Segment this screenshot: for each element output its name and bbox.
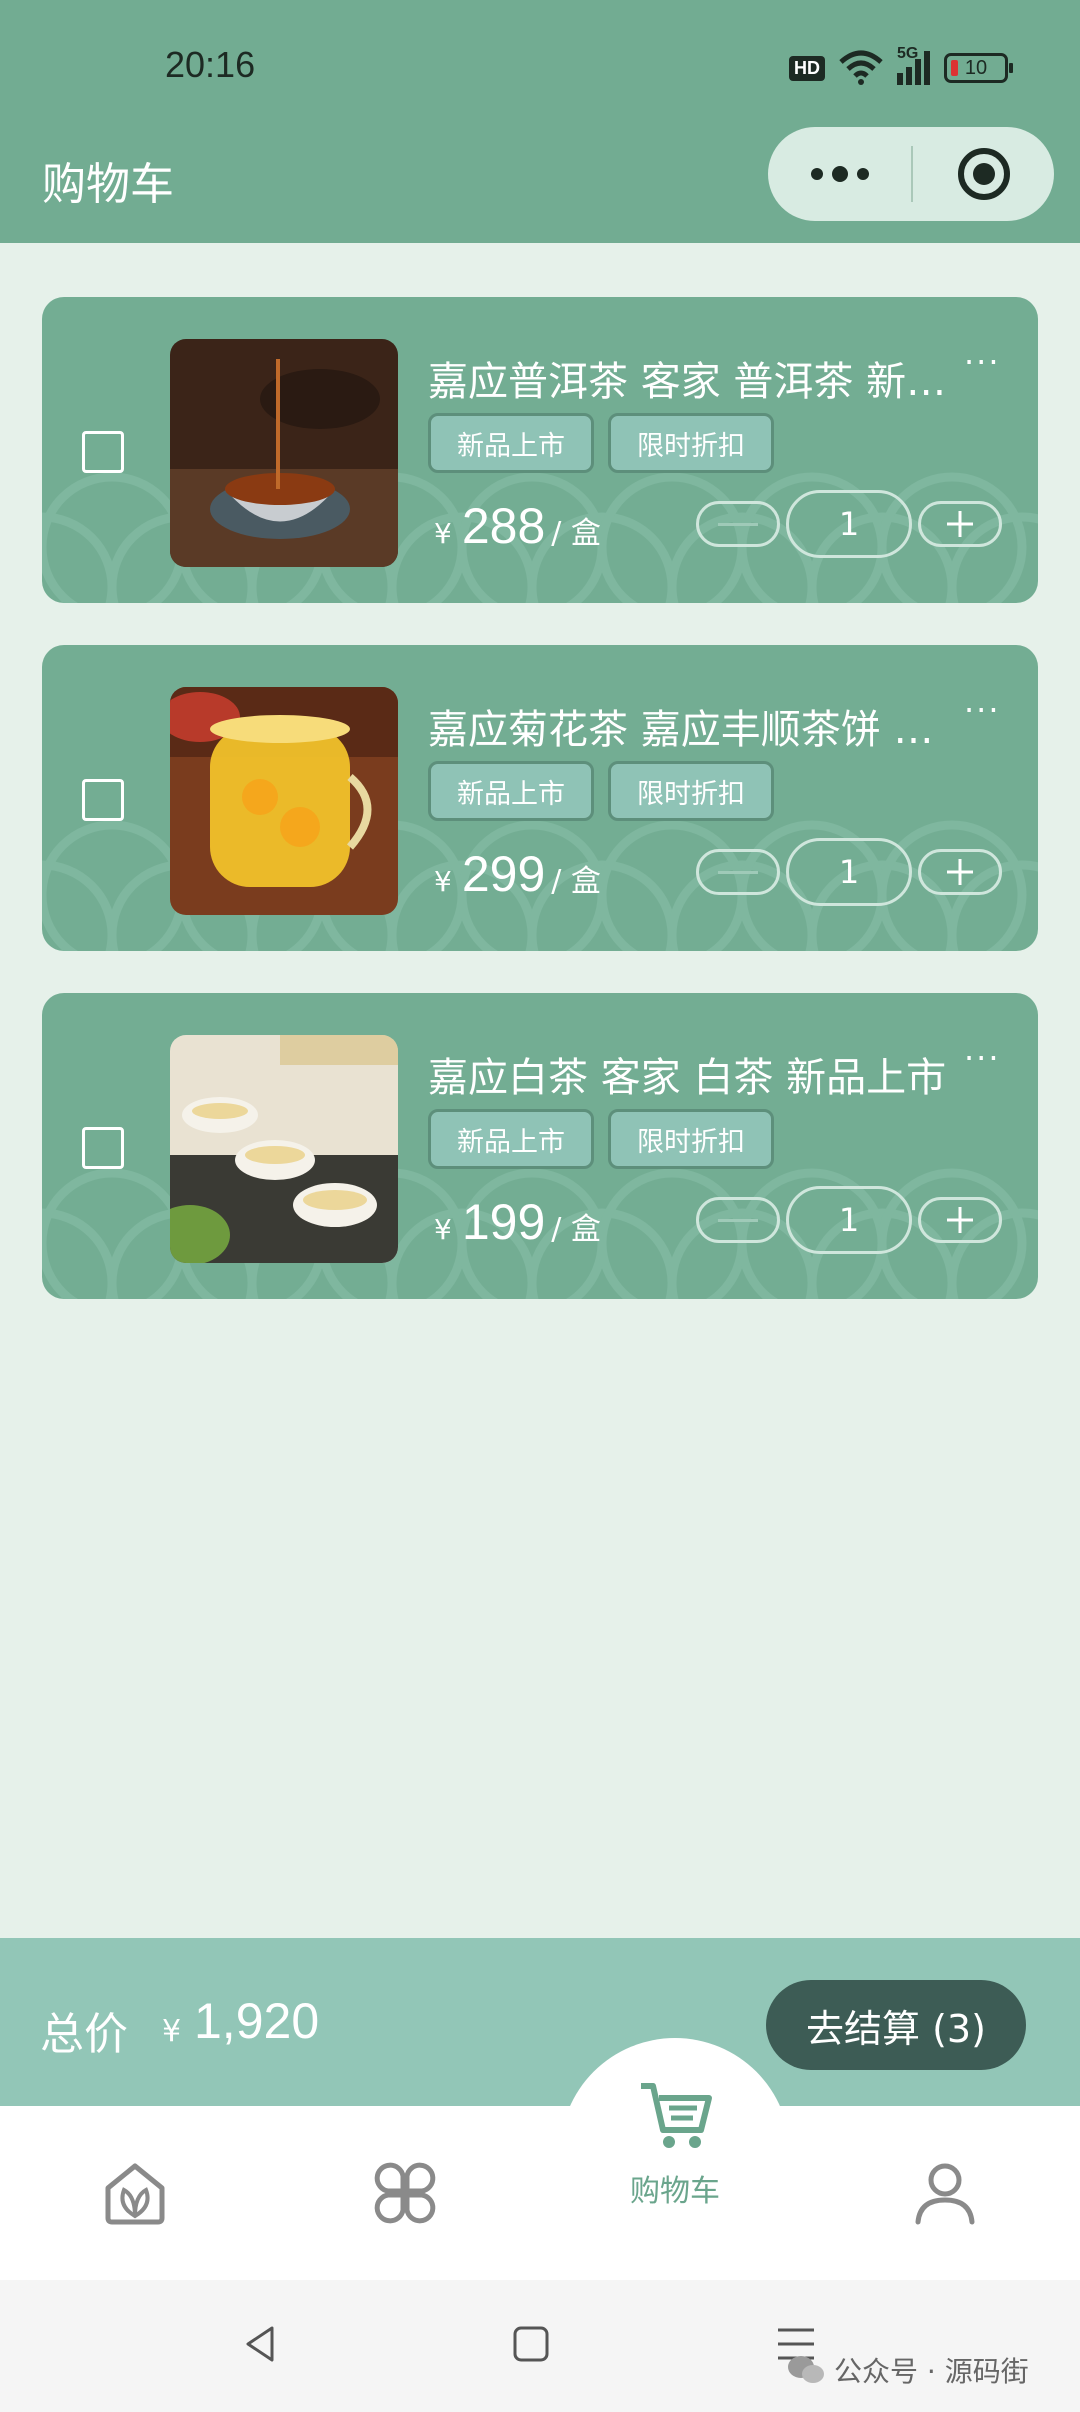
- item-checkbox[interactable]: [82, 779, 124, 821]
- tab-cart[interactable]: 购物车: [600, 2058, 750, 2232]
- currency-symbol: ¥: [434, 1213, 452, 1246]
- tag-new: 新品上市: [428, 761, 594, 821]
- currency-symbol: ¥: [434, 865, 452, 898]
- tab-category[interactable]: [350, 2106, 460, 2280]
- decrease-button[interactable]: [696, 849, 780, 895]
- price-value: 299: [461, 846, 546, 902]
- home-button-icon[interactable]: [511, 2324, 551, 2364]
- home-icon: [105, 2163, 165, 2225]
- more-options-icon[interactable]: ···: [964, 343, 1001, 381]
- product-image[interactable]: [170, 687, 398, 915]
- price-unit: / 盒: [551, 516, 601, 551]
- item-checkbox[interactable]: [82, 431, 124, 473]
- plus-icon: [947, 859, 973, 885]
- tag-discount: 限时折扣: [608, 1109, 774, 1169]
- plus-icon: [947, 511, 973, 537]
- mini-program-capsule: [768, 127, 1054, 221]
- target-icon: [957, 148, 1010, 200]
- product-name[interactable]: 嘉应白茶 客家 白茶 新品上市: [428, 1045, 948, 1103]
- product-name[interactable]: 嘉应菊花茶 嘉应丰顺茶饼 新品上市: [428, 697, 948, 755]
- item-checkbox[interactable]: [82, 1127, 124, 1169]
- quantity-input[interactable]: 1: [786, 490, 912, 558]
- system-nav-bar: [0, 2280, 1080, 2412]
- product-image[interactable]: [170, 339, 398, 567]
- price: ¥ 299 / 盒: [434, 845, 601, 903]
- tag-new: 新品上市: [428, 413, 594, 473]
- price-unit: / 盒: [551, 1212, 601, 1247]
- total-label: 总价: [40, 2009, 128, 2060]
- product-name[interactable]: 嘉应普洱茶 客家 普洱茶 新品上市: [428, 349, 948, 407]
- tab-cart-label: 购物车: [630, 2174, 720, 2209]
- cart-icon: [641, 2083, 712, 2148]
- cart-item: 嘉应普洱茶 客家 普洱茶 新品上市 ··· 新品上市 限时折扣 ¥ 288 / …: [42, 297, 1038, 603]
- status-time: 20:16: [165, 44, 256, 85]
- wifi-icon: [839, 50, 883, 85]
- price-unit: / 盒: [551, 864, 601, 899]
- quantity-input[interactable]: 1: [786, 1186, 912, 1254]
- more-options-icon[interactable]: ···: [964, 691, 1001, 729]
- page-title: 购物车: [42, 159, 174, 210]
- wechat-icon: [788, 2356, 824, 2383]
- decrease-button[interactable]: [696, 1197, 780, 1243]
- cart-item: 嘉应菊花茶 嘉应丰顺茶饼 新品上市 ··· 新品上市 限时折扣 ¥ 299 / …: [42, 645, 1038, 951]
- more-button[interactable]: [768, 127, 911, 221]
- close-button[interactable]: [913, 148, 1054, 200]
- header: 20:16 HD 5G 10 购物车: [0, 0, 1080, 243]
- tab-bar: 购物车: [0, 2083, 1080, 2280]
- back-icon[interactable]: [240, 2324, 280, 2364]
- product-image[interactable]: [170, 1035, 398, 1263]
- plus-icon: [947, 1207, 973, 1233]
- increase-button[interactable]: [918, 849, 1002, 895]
- increase-button[interactable]: [918, 501, 1002, 547]
- tag-discount: 限时折扣: [608, 761, 774, 821]
- tab-home[interactable]: [80, 2106, 190, 2280]
- cart-item: 嘉应白茶 客家 白茶 新品上市 ··· 新品上市 限时折扣 ¥ 199 / 盒 …: [42, 993, 1038, 1299]
- quantity-input[interactable]: 1: [786, 838, 912, 906]
- signal-icon: 5G: [897, 45, 930, 85]
- decrease-button[interactable]: [696, 501, 780, 547]
- network-label: 5G: [897, 45, 919, 62]
- battery-icon: 10: [944, 53, 1013, 83]
- watermark: 公众号 · 源码街: [786, 2350, 1029, 2390]
- currency-symbol: ¥: [434, 517, 452, 550]
- total-currency: ¥: [162, 2014, 182, 2049]
- hd-icon: HD: [789, 55, 825, 81]
- checkout-button[interactable]: 去结算 (3): [766, 1980, 1026, 2070]
- more-options-icon[interactable]: ···: [964, 1039, 1001, 1077]
- tab-profile[interactable]: [890, 2106, 1000, 2280]
- watermark-text: 公众号 · 源码街: [834, 2355, 1029, 2388]
- battery-level: 10: [964, 56, 988, 79]
- total-price: 1,920: [194, 1993, 320, 2049]
- user-icon: [915, 2163, 975, 2225]
- tag-discount: 限时折扣: [608, 413, 774, 473]
- price: ¥ 288 / 盒: [434, 497, 601, 555]
- price-value: 288: [461, 498, 546, 554]
- tag-new: 新品上市: [428, 1109, 594, 1169]
- price-value: 199: [461, 1194, 546, 1250]
- grid-icon: [374, 2162, 436, 2224]
- price: ¥ 199 / 盒: [434, 1193, 601, 1251]
- increase-button[interactable]: [918, 1197, 1002, 1243]
- status-icons: HD 5G 10: [789, 45, 1013, 86]
